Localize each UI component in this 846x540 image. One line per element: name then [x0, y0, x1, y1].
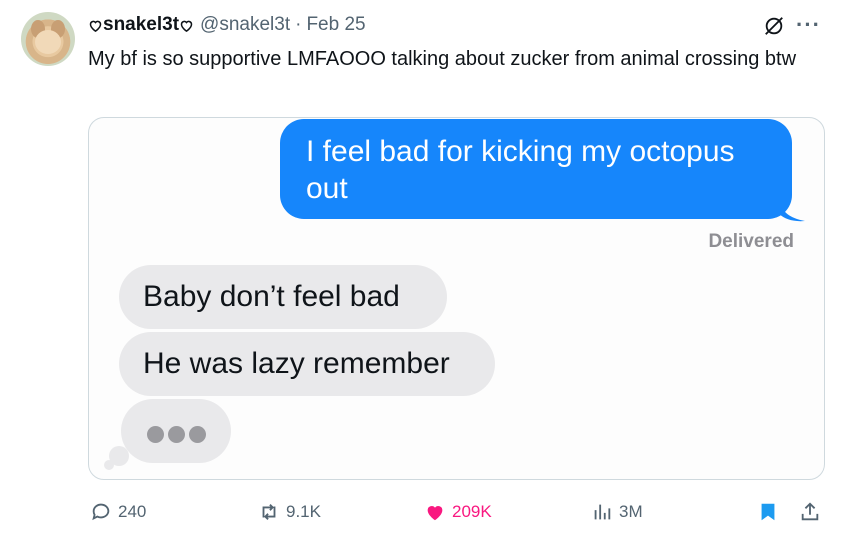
display-name[interactable]: snakel3t — [88, 14, 194, 36]
typing-dot — [147, 426, 164, 443]
heart-outline-icon — [89, 20, 102, 32]
user-handle[interactable]: @snakel3t — [200, 14, 290, 36]
views-count: 3M — [619, 502, 643, 521]
bookmark-icon — [761, 503, 775, 521]
typing-dot — [189, 426, 206, 443]
repost-count: 9.1K — [286, 502, 321, 521]
heart-filled-icon — [427, 506, 443, 521]
views-button[interactable]: 3M — [591, 496, 643, 528]
sent-message-bubble: I feel bad for kicking my octopus out — [280, 119, 792, 219]
delivered-status: Delivered — [708, 231, 794, 252]
bookmark-button[interactable] — [757, 496, 785, 528]
tweet-media[interactable]: I feel bad for kicking my octopus out De… — [88, 117, 825, 480]
bubble-tail — [779, 202, 805, 222]
received-message-bubble: Baby don’t feel bad — [119, 265, 447, 329]
tweet-date[interactable]: Feb 25 — [306, 14, 365, 36]
like-button[interactable]: 209K — [424, 496, 492, 528]
like-count: 209K — [452, 502, 492, 521]
received-message-bubble: He was lazy remember — [119, 332, 495, 396]
display-name-text: snakel3t — [103, 14, 180, 35]
avatar-face — [35, 30, 61, 54]
typing-tail — [104, 460, 114, 470]
heart-outline-icon — [180, 20, 193, 32]
avatar[interactable] — [21, 12, 75, 66]
share-button[interactable] — [799, 496, 827, 528]
reply-count: 240 — [118, 502, 147, 521]
more-options-icon[interactable]: ··· — [796, 12, 821, 38]
views-icon — [594, 504, 611, 520]
repost-button[interactable]: 9.1K — [258, 496, 321, 528]
typing-dot — [168, 426, 185, 443]
repost-icon — [262, 504, 276, 520]
typing-indicator — [121, 399, 231, 463]
separator-dot: · — [295, 14, 302, 35]
action-bar: 240 9.1K 209K 3M — [0, 496, 846, 528]
grok-icon[interactable] — [763, 15, 785, 37]
tweet-text: My bf is so supportive LMFAOOO talking a… — [88, 48, 797, 70]
reply-button[interactable]: 240 — [90, 496, 146, 528]
reply-icon — [92, 503, 110, 521]
tweet-header: snakel3t @snakel3t · Feb 25 — [88, 13, 366, 37]
share-icon — [801, 502, 819, 521]
